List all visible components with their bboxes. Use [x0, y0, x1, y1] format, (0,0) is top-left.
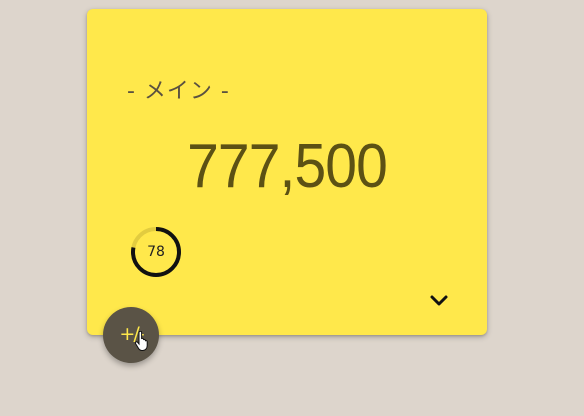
expand-button[interactable] [425, 289, 453, 313]
account-card[interactable]: - メイン - 777,500 78 [87, 9, 487, 335]
chevron-down-icon [430, 295, 448, 306]
card-amount: 777,500 [187, 132, 388, 201]
plus-minus-fab-button[interactable]: +/- [103, 307, 159, 363]
plus-minus-icon: +/- [119, 323, 144, 345]
progress-value: 78 [147, 244, 165, 260]
card-title: - メイン - [127, 79, 230, 104]
hand-pointer-icon [134, 331, 148, 351]
progress-ring: 78 [129, 225, 183, 279]
